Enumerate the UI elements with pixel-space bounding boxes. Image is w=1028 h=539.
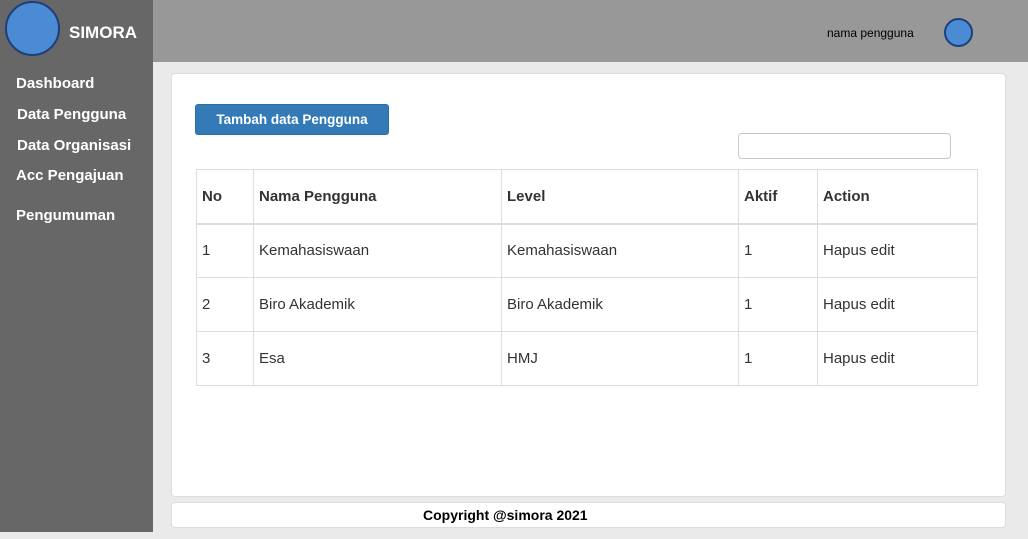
cell-aktif: 1 (738, 331, 818, 386)
column-header-action: Action (817, 169, 978, 225)
cell-nama: Esa (253, 331, 502, 386)
cell-no: 3 (196, 331, 254, 386)
cell-no: 1 (196, 223, 254, 278)
user-name[interactable]: nama pengguna (827, 26, 914, 40)
sidebar-item-acc-pengajuan[interactable]: Acc Pengajuan (16, 167, 124, 184)
delete-link[interactable]: Hapus (823, 242, 866, 259)
cell-level: HMJ (501, 331, 739, 386)
footer: Copyright @simora 2021 (171, 502, 1006, 528)
table-header-row: No Nama Pengguna Level Aktif Action (196, 169, 978, 225)
column-header-level: Level (501, 169, 739, 225)
sidebar-item-pengumuman[interactable]: Pengumuman (16, 207, 115, 224)
search-input[interactable] (738, 133, 951, 159)
sidebar-item-data-organisasi[interactable]: Data Organisasi (17, 137, 131, 154)
top-bar: nama pengguna (153, 0, 1028, 62)
column-header-no: No (196, 169, 254, 225)
cell-level: Kemahasiswaan (501, 223, 739, 278)
edit-link[interactable]: edit (871, 350, 895, 367)
table-row: 2 Biro Akademik Biro Akademik 1 Hapus ed… (196, 277, 978, 332)
add-user-button[interactable]: Tambah data Pengguna (195, 104, 389, 135)
cell-aktif: 1 (738, 223, 818, 278)
cell-level: Biro Akademik (501, 277, 739, 332)
cell-nama: Biro Akademik (253, 277, 502, 332)
sidebar-item-dashboard[interactable]: Dashboard (16, 75, 94, 92)
edit-link[interactable]: edit (871, 296, 895, 313)
app-title: SIMORA (69, 23, 137, 42)
table-row: 1 Kemahasiswaan Kemahasiswaan 1 Hapus ed… (196, 223, 978, 278)
cell-aktif: 1 (738, 277, 818, 332)
table-row: 3 Esa HMJ 1 Hapus edit (196, 331, 978, 386)
copyright-text: Copyright @simora 2021 (423, 507, 588, 523)
content-card: Tambah data Pengguna No Nama Pengguna Le… (171, 73, 1006, 497)
delete-link[interactable]: Hapus (823, 350, 866, 367)
user-table: No Nama Pengguna Level Aktif Action 1 Ke… (196, 169, 978, 386)
logo-icon (5, 1, 60, 56)
cell-action: Hapus edit (817, 277, 978, 332)
delete-link[interactable]: Hapus (823, 296, 866, 313)
cell-no: 2 (196, 277, 254, 332)
edit-link[interactable]: edit (871, 242, 895, 259)
column-header-nama-pengguna: Nama Pengguna (253, 169, 502, 225)
cell-action: Hapus edit (817, 331, 978, 386)
cell-action: Hapus edit (817, 223, 978, 278)
column-header-aktif: Aktif (738, 169, 818, 225)
cell-nama: Kemahasiswaan (253, 223, 502, 278)
avatar[interactable] (944, 18, 973, 47)
sidebar-item-data-pengguna[interactable]: Data Pengguna (17, 106, 126, 123)
sidebar: SIMORA Dashboard Data Pengguna Data Orga… (0, 0, 153, 532)
